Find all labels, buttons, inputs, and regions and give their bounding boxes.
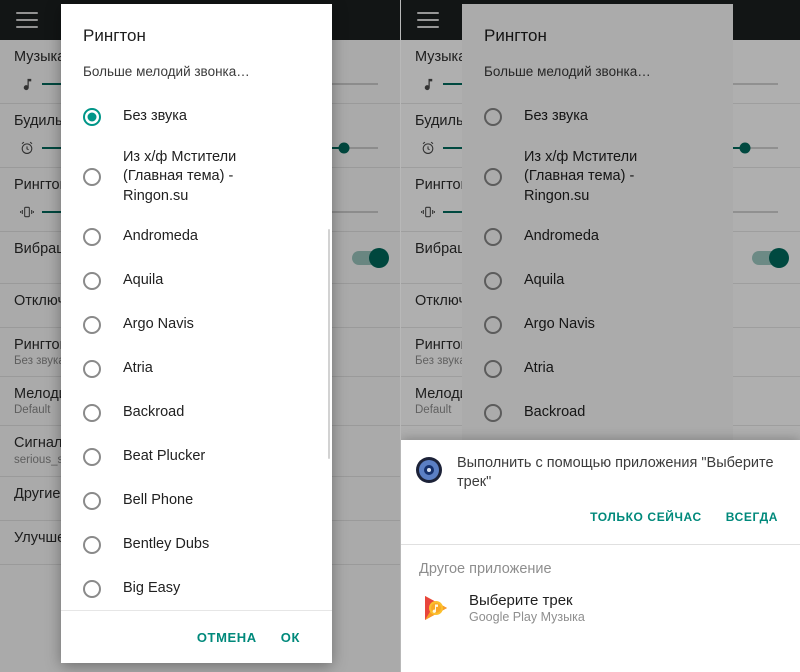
ringtone-option[interactable]: Из х/ф Мстители (Главная тема) - Ringon.… xyxy=(61,139,332,215)
ringtone-option-label: Big Easy xyxy=(123,580,181,597)
vibrate-icon xyxy=(415,204,441,220)
google-play-music-icon xyxy=(419,591,453,625)
ringtone-option[interactable]: Atria xyxy=(61,347,332,391)
ringtone-option[interactable]: Argo Navis xyxy=(61,303,332,347)
radio-button[interactable] xyxy=(83,316,101,334)
screenshot-stage: Музыка, видео, игры и другие медиафайлы … xyxy=(0,0,800,672)
ringtone-option[interactable]: Beat Plucker xyxy=(61,435,332,479)
radio-button[interactable] xyxy=(83,536,101,554)
ringtone-option-label: Aquila xyxy=(123,272,164,289)
ringtone-option[interactable]: Aquila xyxy=(462,259,733,303)
dialog-actions: ОТМЕНА ОК xyxy=(61,611,332,663)
radio-button[interactable] xyxy=(83,492,101,510)
ringtone-option[interactable]: Aquila xyxy=(61,259,332,303)
music-note-icon xyxy=(415,77,441,92)
chooser-actions: ТОЛЬКО СЕЙЧАС ВСЕГДА xyxy=(401,492,800,544)
radio-button[interactable] xyxy=(484,228,502,246)
app-chooser-sheet: Выполнить с помощью приложения "Выберите… xyxy=(401,440,800,672)
radio-button[interactable] xyxy=(484,108,502,126)
left-phone-screen: Музыка, видео, игры и другие медиафайлы … xyxy=(0,0,400,672)
radio-button[interactable] xyxy=(484,360,502,378)
chooser-section-label: Другое приложение xyxy=(419,561,552,578)
ringtone-option-label: Bentley Dubs xyxy=(123,536,210,553)
dialog-title: Рингтон xyxy=(484,26,547,45)
dialog-scrollbar[interactable] xyxy=(328,229,330,459)
ringtone-option[interactable]: Big Easy xyxy=(61,567,332,610)
ringtone-option-label: Backroad xyxy=(524,404,586,421)
ringtone-option[interactable]: Без звука xyxy=(462,95,733,139)
just-once-button[interactable]: ТОЛЬКО СЕЙЧАС xyxy=(580,502,712,532)
ringtone-option[interactable]: Bell Phone xyxy=(61,479,332,523)
radio-button[interactable] xyxy=(83,168,101,186)
app-package: Google Play Музыка xyxy=(469,610,585,625)
ringtone-option-label: Andromeda xyxy=(524,228,599,245)
alarm-clock-icon xyxy=(14,140,40,156)
hamburger-menu-icon[interactable] xyxy=(16,12,38,28)
media-app-icon xyxy=(415,456,443,484)
ringtone-dialog: Рингтон Больше мелодий звонка… Без звука… xyxy=(61,4,332,663)
radio-button[interactable] xyxy=(83,448,101,466)
chooser-header: Выполнить с помощью приложения "Выберите… xyxy=(401,440,800,492)
right-phone-screen: Музыка, видео, игры и другие медиафайлы … xyxy=(400,0,800,672)
chooser-message: Выполнить с помощью приложения "Выберите… xyxy=(457,455,774,491)
ringtone-option-label: Atria xyxy=(524,360,554,377)
radio-button[interactable] xyxy=(83,108,101,126)
radio-button[interactable] xyxy=(484,316,502,334)
radio-button[interactable] xyxy=(484,404,502,422)
dialog-subtitle[interactable]: Больше мелодий звонка… xyxy=(462,46,733,79)
radio-button[interactable] xyxy=(484,168,502,186)
app-chooser-item-text: Выберите трек Google Play Музыка xyxy=(469,592,585,624)
radio-button[interactable] xyxy=(484,272,502,290)
dialog-title: Рингтон xyxy=(83,26,146,45)
cancel-button[interactable]: ОТМЕНА xyxy=(185,622,269,653)
always-button[interactable]: ВСЕГДА xyxy=(716,502,788,532)
ringtone-option-label: Argo Navis xyxy=(123,316,194,333)
radio-button[interactable] xyxy=(83,360,101,378)
dialog-subtitle[interactable]: Больше мелодий звонка… xyxy=(61,46,332,79)
ringtone-option-label: Beat Plucker xyxy=(123,448,206,465)
ringtone-option[interactable]: Без звука xyxy=(61,95,332,139)
ringtone-option[interactable]: Backroad xyxy=(462,391,733,435)
ringtone-option-label: Backroad xyxy=(123,404,185,421)
radio-button[interactable] xyxy=(83,404,101,422)
ringtone-option[interactable]: Andromeda xyxy=(61,215,332,259)
ringtone-option-label: Без звука xyxy=(524,108,588,125)
ringtone-option-label: Bell Phone xyxy=(123,492,194,509)
vibrate-toggle[interactable] xyxy=(352,247,389,268)
ringtone-option-label: Aquila xyxy=(524,272,565,289)
app-name: Выберите трек xyxy=(469,592,573,610)
ringtone-option[interactable]: Из х/ф Мстители (Главная тема) - Ringon.… xyxy=(462,139,733,215)
hamburger-menu-icon[interactable] xyxy=(417,12,439,28)
ringtone-option[interactable]: Andromeda xyxy=(462,215,733,259)
ok-button[interactable]: ОК xyxy=(269,622,312,653)
vibrate-toggle[interactable] xyxy=(752,247,789,268)
ringtone-option-label: Atria xyxy=(123,360,153,377)
ringtone-option[interactable]: Atria xyxy=(462,347,733,391)
radio-button[interactable] xyxy=(83,272,101,290)
ringtone-option-label: Andromeda xyxy=(123,228,198,245)
app-chooser-item[interactable]: Выберите трек Google Play Музыка xyxy=(401,587,800,635)
ringtone-option[interactable]: Backroad xyxy=(61,391,332,435)
ringtone-option-list[interactable]: Без звука Из х/ф Мстители (Главная тема)… xyxy=(61,79,332,610)
ringtone-option-label: Без звука xyxy=(123,108,187,125)
alarm-clock-icon xyxy=(415,140,441,156)
radio-button[interactable] xyxy=(83,580,101,598)
ringtone-option-label: Argo Navis xyxy=(524,316,595,333)
ringtone-option[interactable]: Bentley Dubs xyxy=(61,523,332,567)
music-note-icon xyxy=(14,77,40,92)
vibrate-icon xyxy=(14,204,40,220)
ringtone-option[interactable]: Argo Navis xyxy=(462,303,733,347)
radio-button[interactable] xyxy=(83,228,101,246)
ringtone-option-label: Из х/ф Мстители (Главная тема) - Ringon.… xyxy=(123,148,237,204)
ringtone-option-label: Из х/ф Мстители (Главная тема) - Ringon.… xyxy=(524,148,638,204)
